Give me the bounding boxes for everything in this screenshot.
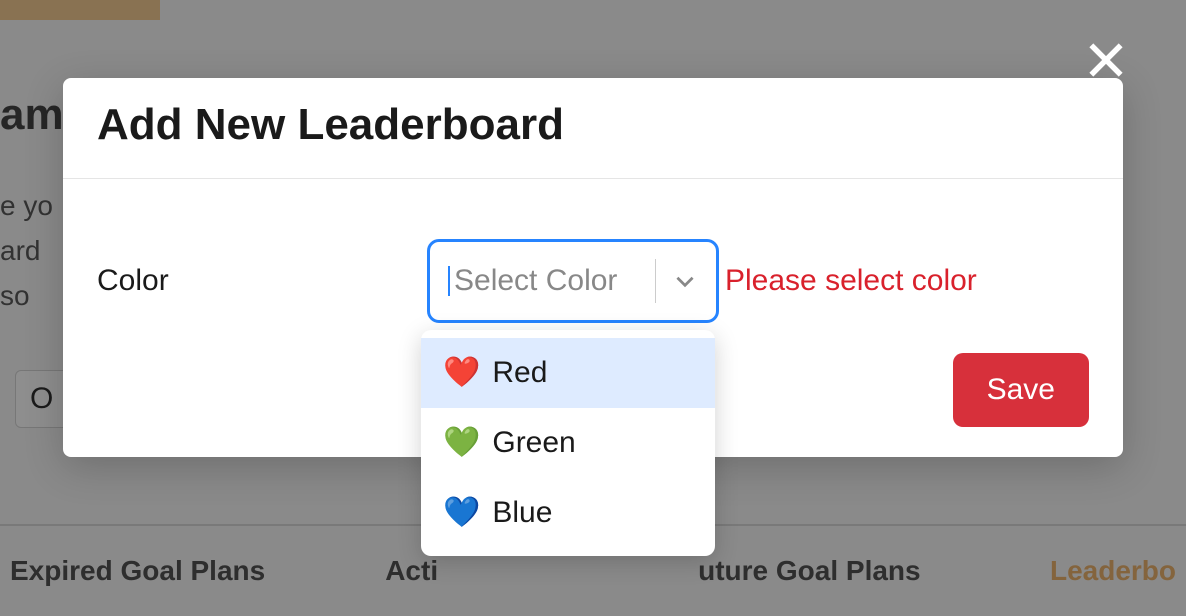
- color-option-label: Blue: [492, 496, 552, 530]
- color-option-red[interactable]: ❤️ Red: [421, 338, 715, 408]
- color-option-blue[interactable]: 💙 Blue: [421, 478, 715, 548]
- heart-green-icon: 💚: [443, 428, 480, 458]
- color-label: Color: [97, 264, 427, 298]
- color-option-label: Red: [492, 356, 547, 390]
- save-button[interactable]: Save: [953, 353, 1089, 427]
- modal-body: Color Select Color Please select color: [63, 179, 1123, 353]
- heart-red-icon: ❤️: [443, 358, 480, 388]
- color-error-message: Please select color: [725, 264, 977, 298]
- color-option-green[interactable]: 💚 Green: [421, 408, 715, 478]
- heart-blue-icon: 💙: [443, 498, 480, 528]
- close-button[interactable]: [1084, 38, 1128, 87]
- select-divider: [655, 259, 656, 303]
- color-select[interactable]: Select Color: [427, 239, 719, 323]
- color-option-label: Green: [492, 426, 575, 460]
- modal-title: Add New Leaderboard: [97, 100, 1089, 150]
- close-icon: [1084, 69, 1128, 86]
- select-placeholder: Select Color: [448, 266, 647, 296]
- chevron-down-icon: [672, 268, 698, 294]
- modal-header: Add New Leaderboard: [63, 78, 1123, 179]
- color-dropdown-menu: ❤️ Red 💚 Green 💙 Blue: [421, 330, 715, 556]
- color-form-row: Color Select Color Please select color: [97, 239, 1089, 323]
